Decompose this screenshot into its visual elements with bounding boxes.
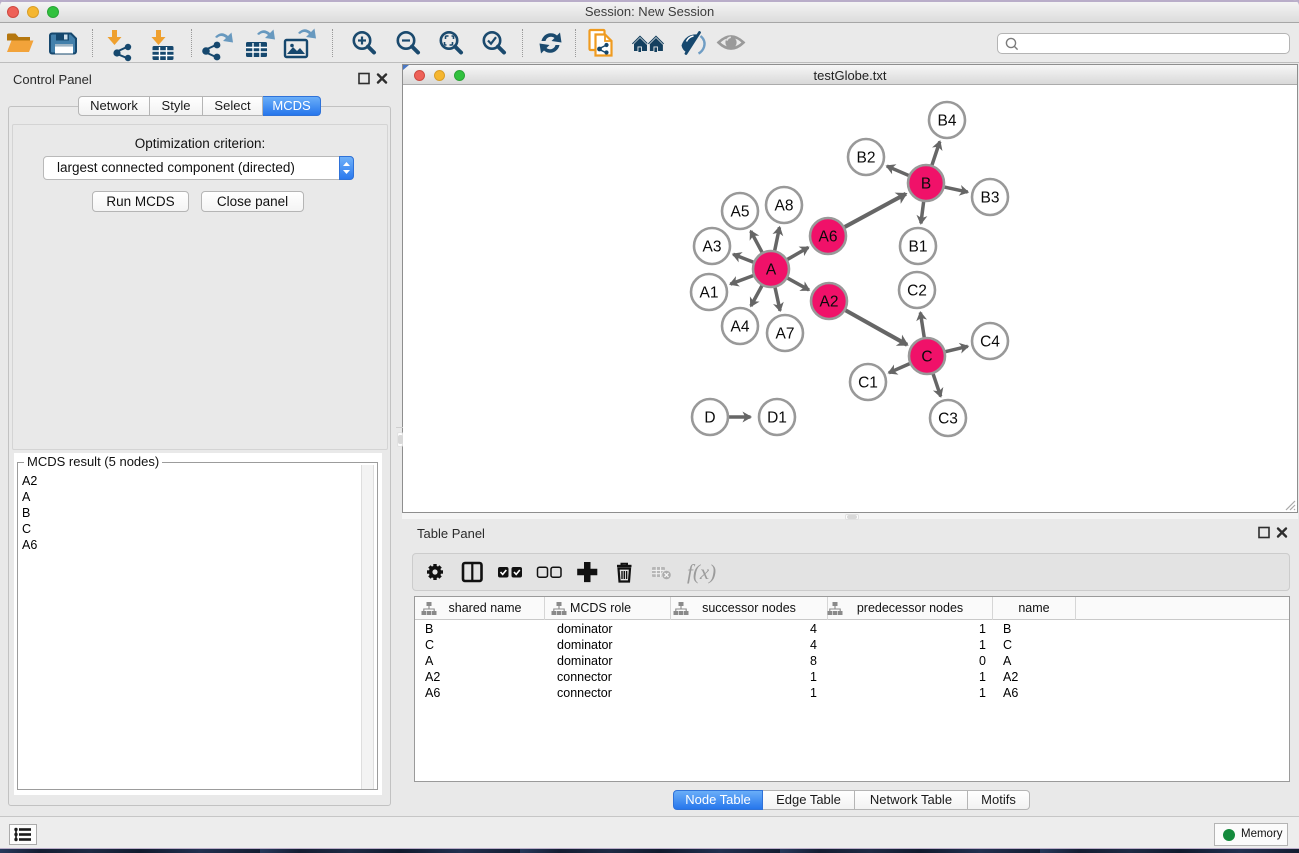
svg-text:C2: C2 xyxy=(907,283,927,300)
svg-text:B1: B1 xyxy=(909,239,928,256)
svg-text:C: C xyxy=(921,349,932,366)
svg-text:A3: A3 xyxy=(703,239,722,256)
svg-text:A7: A7 xyxy=(776,326,795,343)
svg-text:C3: C3 xyxy=(938,411,958,428)
svg-text:B4: B4 xyxy=(938,113,957,130)
svg-text:A5: A5 xyxy=(731,204,750,221)
svg-text:B2: B2 xyxy=(857,150,876,167)
svg-text:B3: B3 xyxy=(981,190,1000,207)
svg-text:D: D xyxy=(704,410,715,427)
svg-text:A1: A1 xyxy=(700,285,719,302)
svg-text:A6: A6 xyxy=(819,229,838,246)
svg-text:A8: A8 xyxy=(775,198,794,215)
svg-text:f(x): f(x) xyxy=(687,560,716,584)
svg-text:A4: A4 xyxy=(731,319,750,336)
svg-text:A2: A2 xyxy=(820,294,839,311)
svg-text:A: A xyxy=(766,262,777,279)
svg-text:D1: D1 xyxy=(767,410,787,427)
svg-text:C4: C4 xyxy=(980,334,1000,351)
svg-text:B: B xyxy=(921,176,931,193)
svg-text:C1: C1 xyxy=(858,375,878,392)
